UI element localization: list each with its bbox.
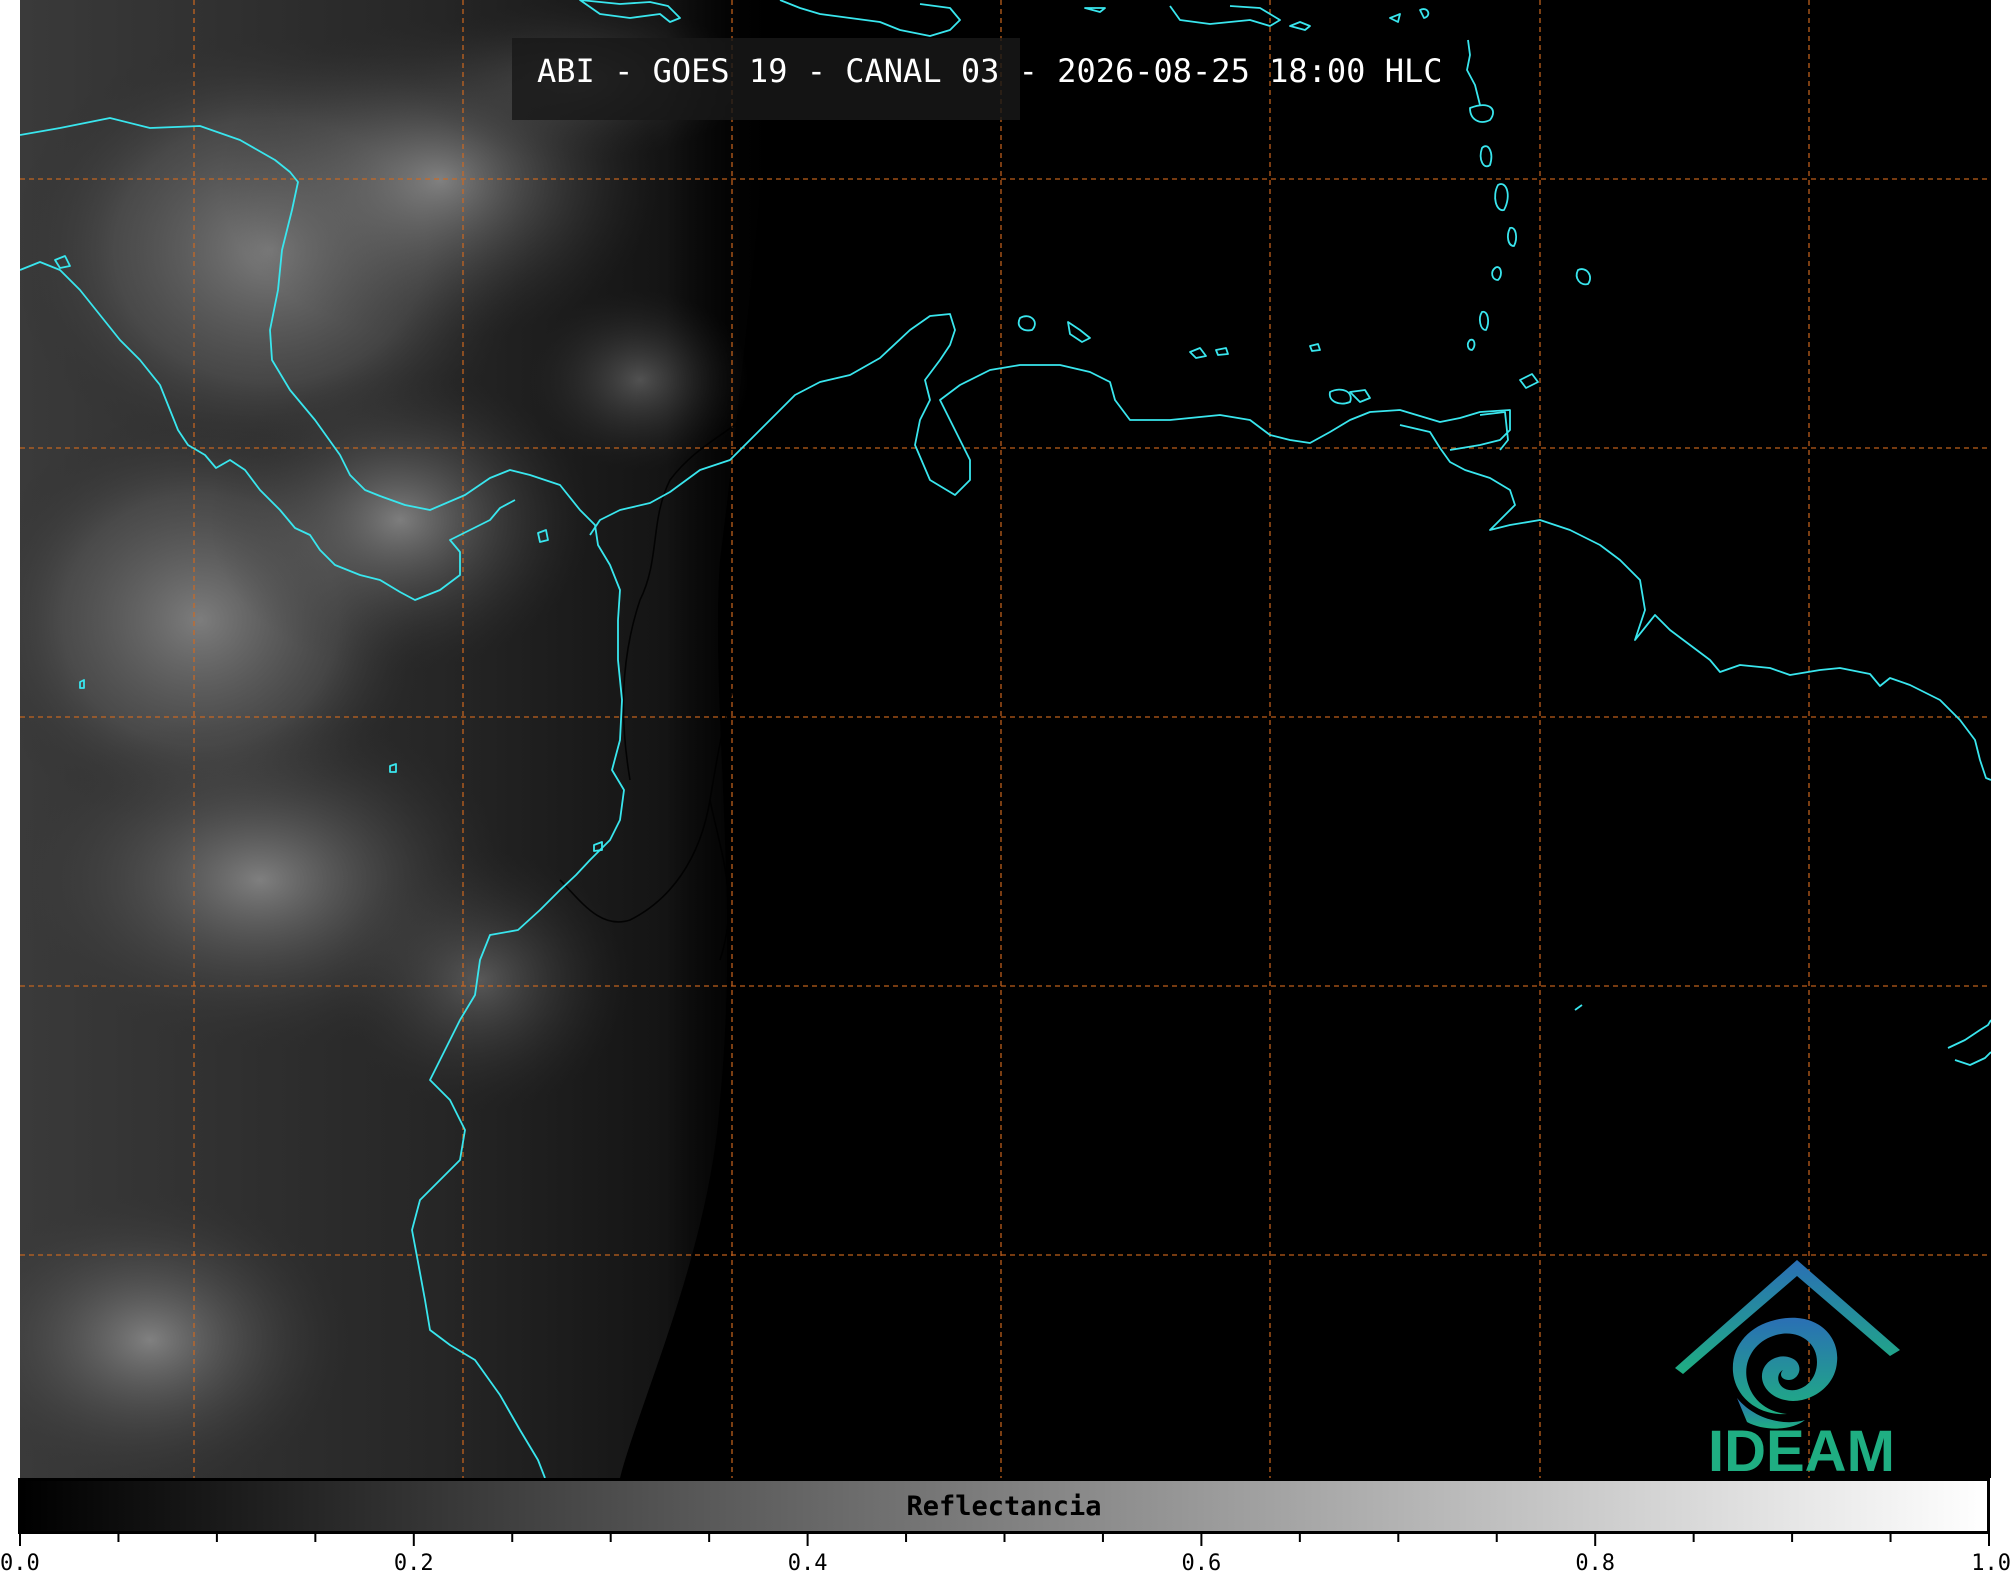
colorbar-tick-label: 0.4 — [788, 1551, 828, 1576]
colorbar-tick-label: 1.0 — [1971, 1551, 2011, 1576]
colorbar-tick-label: 0.6 — [1182, 1551, 1222, 1576]
reflectance-colorbar: Reflectancia — [18, 1478, 1990, 1534]
colorbar-label: Reflectancia — [906, 1491, 1102, 1522]
map-title: ABI - GOES 19 - CANAL 03 - 2026-08-25 18… — [537, 52, 1443, 90]
colorbar-ticks: 0.0 0.2 0.4 0.6 0.8 1.0 — [0, 1534, 2011, 1576]
ideam-logo-text: IDEAM — [1708, 1419, 1895, 1478]
colorbar-tick-label: 0.0 — [0, 1551, 40, 1576]
colorbar-tick-label: 0.8 — [1575, 1551, 1615, 1576]
colorbar-tick-label: 0.2 — [394, 1551, 434, 1576]
satellite-map: IDEAM — [20, 0, 1991, 1478]
cloud-imagery — [20, 0, 780, 1478]
